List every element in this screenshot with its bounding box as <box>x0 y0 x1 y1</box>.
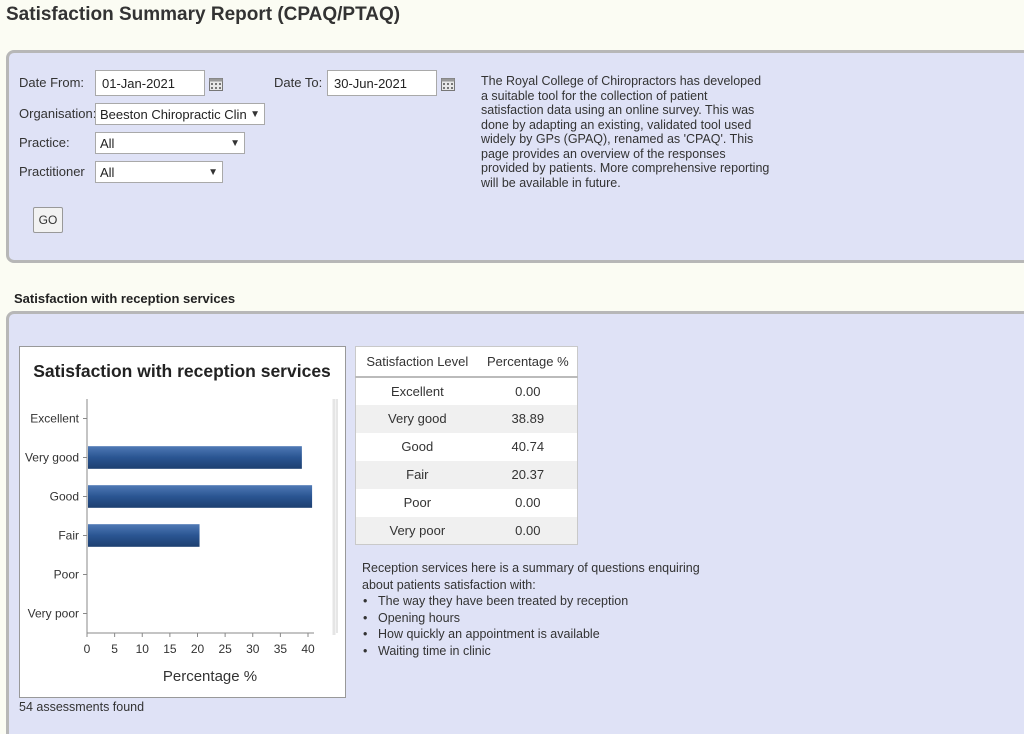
table-row: Poor 0.00 <box>355 488 578 517</box>
x-tick-label: 40 <box>301 642 315 656</box>
go-button[interactable]: GO <box>33 207 63 233</box>
bar-good <box>88 485 313 508</box>
x-tick-label: 35 <box>274 642 288 656</box>
section-title: Satisfaction with reception services <box>14 291 236 306</box>
table-row: Fair 20.37 <box>355 460 578 489</box>
table-header-row: Satisfaction Level Percentage % <box>355 346 578 378</box>
chevron-down-icon: ▼ <box>250 108 260 120</box>
filter-panel: Date From: 01-Jan-2021 Date To: 30-Jun-2… <box>6 50 1024 263</box>
date-to-label: Date To: <box>274 75 323 90</box>
report-description: The Royal College of Chiropractors has d… <box>481 74 770 190</box>
table-cell-percentage: 38.89 <box>478 404 578 433</box>
y-tick-label: Very poor <box>28 607 79 621</box>
list-item: How quickly an appointment is available <box>362 626 722 643</box>
chevron-down-icon: ▼ <box>208 166 218 178</box>
date-from-input[interactable]: 01-Jan-2021 <box>95 70 205 96</box>
assessment-count: 54 assessments found <box>19 700 145 714</box>
table-row: Very poor 0.00 <box>355 516 578 545</box>
bar-very-good <box>88 446 302 469</box>
table-header-level: Satisfaction Level <box>355 346 479 378</box>
x-tick-label: 25 <box>218 642 232 656</box>
table-row: Very good 38.89 <box>355 404 578 433</box>
summary-list: The way they have been treated by recept… <box>362 593 722 659</box>
table-cell-percentage: 0.00 <box>478 516 578 545</box>
results-table: Satisfaction Level Percentage % Excellen… <box>355 346 578 545</box>
table-cell-percentage: 0.00 <box>478 376 578 405</box>
x-tick-label: 10 <box>136 642 150 656</box>
chevron-down-icon: ▼ <box>230 137 240 149</box>
table-row: Excellent 0.00 <box>355 376 578 405</box>
table-cell-level: Very poor <box>355 516 479 545</box>
table-cell-percentage: 20.37 <box>478 460 578 489</box>
calendar-icon[interactable] <box>441 77 455 91</box>
table-cell-percentage: 40.74 <box>478 432 578 461</box>
table-header-percentage: Percentage % <box>478 346 578 378</box>
organisation-label: Organisation: <box>19 106 97 121</box>
list-item: The way they have been treated by recept… <box>362 593 722 610</box>
practitioner-select-value: All <box>100 164 115 180</box>
x-axis-label: Percentage % <box>163 668 257 685</box>
x-tick-label: 0 <box>84 642 91 656</box>
table-cell-percentage: 0.00 <box>478 488 578 517</box>
practice-select[interactable]: All ▼ <box>95 132 245 154</box>
organisation-select[interactable]: Beeston Chiropractic Clinic LTD ▼ <box>95 103 265 125</box>
list-item: Opening hours <box>362 610 722 627</box>
y-tick-label: Fair <box>58 529 79 543</box>
table-cell-level: Very good <box>355 404 479 433</box>
table-cell-level: Excellent <box>355 376 479 405</box>
table-cell-level: Poor <box>355 488 479 517</box>
x-tick-label: 20 <box>191 642 205 656</box>
page-title: Satisfaction Summary Report (CPAQ/PTAQ) <box>6 4 401 25</box>
y-tick-label: Good <box>50 490 79 504</box>
summary-intro: Reception services here is a summary of … <box>362 561 700 592</box>
table-cell-level: Good <box>355 432 479 461</box>
table-cell-level: Fair <box>355 460 479 489</box>
x-tick-label: 5 <box>111 642 118 656</box>
y-tick-label: Very good <box>25 451 79 465</box>
list-item: Waiting time in clinic <box>362 643 722 660</box>
practitioner-select[interactable]: All ▼ <box>95 161 223 183</box>
date-to-input[interactable]: 30-Jun-2021 <box>327 70 437 96</box>
x-tick-label: 15 <box>163 642 177 656</box>
bar-fair <box>88 524 200 547</box>
practice-select-value: All <box>100 135 115 151</box>
chart-container: Satisfaction with reception services Exc… <box>19 346 346 698</box>
date-from-label: Date From: <box>19 75 85 90</box>
practitioner-label: Practitioner <box>19 164 85 179</box>
x-tick-label: 30 <box>246 642 260 656</box>
organisation-select-value: Beeston Chiropractic Clinic LTD <box>100 106 247 122</box>
results-panel: Satisfaction with reception services Exc… <box>6 311 1024 734</box>
calendar-icon[interactable] <box>209 77 223 91</box>
y-tick-label: Poor <box>54 568 79 582</box>
practice-label: Practice: <box>19 135 70 150</box>
summary-text: Reception services here is a summary of … <box>362 560 722 659</box>
y-tick-label: Excellent <box>30 412 79 426</box>
chart-title: Satisfaction with reception services <box>33 361 331 381</box>
bar-chart: Satisfaction with reception services Exc… <box>25 361 338 685</box>
table-row: Good 40.74 <box>355 432 578 461</box>
